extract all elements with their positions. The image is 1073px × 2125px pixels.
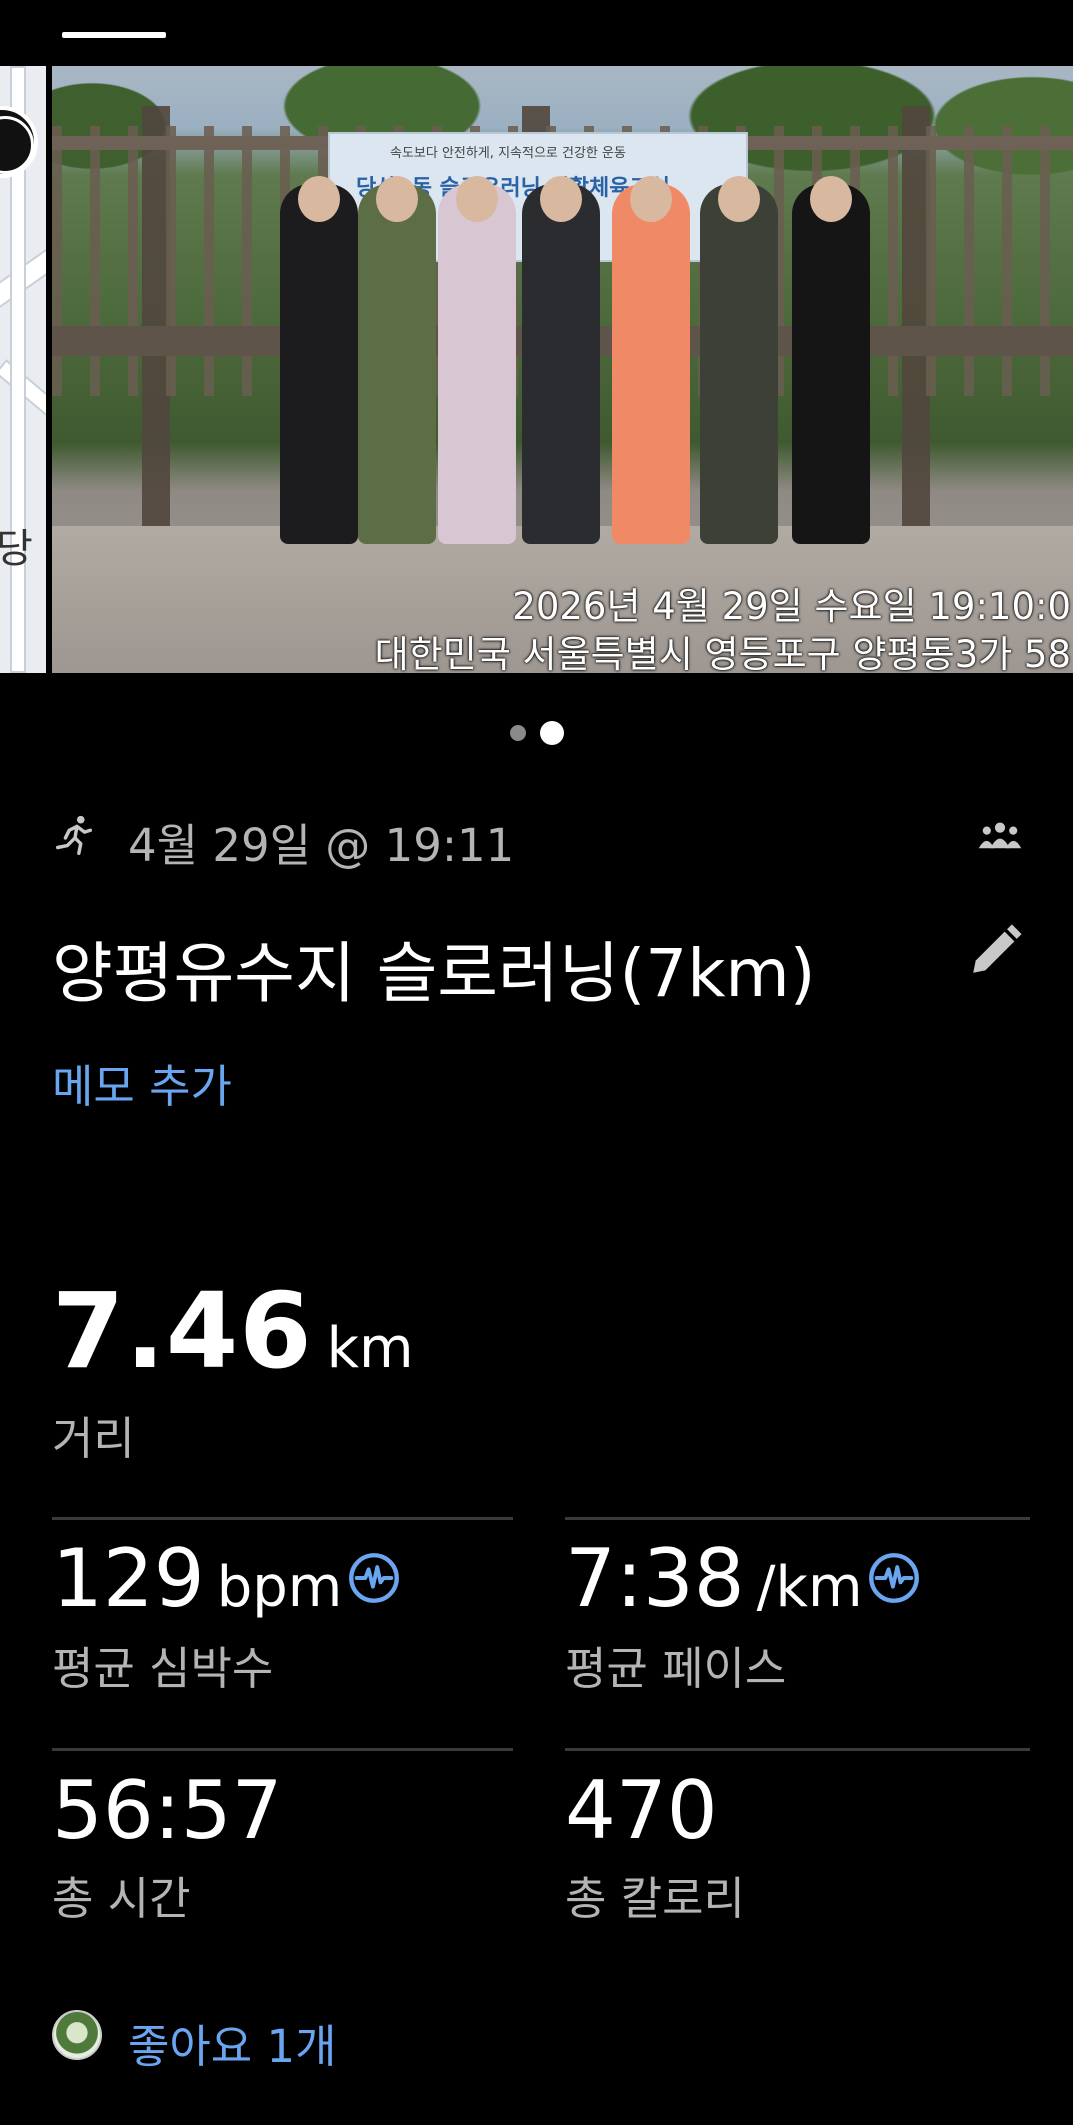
divider bbox=[52, 1748, 513, 1751]
photo-timestamp: 2026년 4월 29일 수요일 19:10:0 bbox=[512, 585, 1071, 628]
person bbox=[700, 176, 778, 544]
carousel-page-indicator bbox=[0, 721, 1073, 745]
map-marker-icon bbox=[0, 106, 38, 178]
distance-number: 7.46 bbox=[52, 1270, 313, 1392]
person bbox=[522, 176, 600, 544]
group-icon[interactable] bbox=[978, 819, 1022, 851]
heart-rate-label: 평균 심박수 bbox=[52, 1642, 274, 1695]
heart-rate-number: 129 bbox=[52, 1532, 205, 1625]
person bbox=[280, 176, 358, 544]
status-indicator bbox=[62, 32, 166, 38]
pace-chart-icon[interactable] bbox=[868, 1552, 920, 1604]
calories-number: 470 bbox=[565, 1764, 718, 1857]
group-photo[interactable]: 속도보다 안전하게, 지속적으로 건강한 운동 당산1동 슬로우러닝 생활체육교… bbox=[52, 66, 1073, 673]
person bbox=[612, 176, 690, 544]
heart-rate-value: 129 bpm bbox=[52, 1532, 342, 1625]
distance-unit: km bbox=[326, 1316, 414, 1381]
person bbox=[358, 176, 436, 544]
heart-rate-chart-icon[interactable] bbox=[348, 1552, 400, 1604]
avatar[interactable] bbox=[52, 2010, 102, 2060]
map-label: 당 bbox=[0, 526, 33, 572]
activity-title: 양평유수지 슬로러닝(7km) bbox=[52, 935, 816, 1012]
pace-number: 7:38 bbox=[565, 1532, 745, 1625]
divider bbox=[565, 1517, 1030, 1520]
pace-value: 7:38/km bbox=[565, 1532, 863, 1625]
edit-pencil-icon[interactable] bbox=[966, 922, 1024, 980]
distance-value: 7.46 km bbox=[52, 1270, 414, 1392]
activity-date-time: 4월 29일 @ 19:11 bbox=[128, 819, 515, 872]
heart-rate-unit: bpm bbox=[216, 1555, 343, 1620]
page-dot[interactable] bbox=[509, 725, 526, 741]
banner-subtitle: 속도보다 안전하게, 지속적으로 건강한 운동 bbox=[390, 146, 626, 161]
distance-label: 거리 bbox=[52, 1412, 135, 1465]
pace-label: 평균 페이스 bbox=[565, 1642, 787, 1695]
calories-value: 470 bbox=[565, 1764, 718, 1857]
person bbox=[438, 176, 516, 544]
duration-number: 56:57 bbox=[52, 1764, 283, 1857]
duration-value: 56:57 bbox=[52, 1764, 283, 1857]
photo-carousel[interactable]: 당 속도보다 안전하게, 지속적으로 건강한 운동 당산1동 슬로우러닝 생활체… bbox=[0, 66, 1073, 673]
calories-label: 총 칼로리 bbox=[565, 1872, 745, 1925]
activity-meta-row: 4월 29일 @ 19:11 bbox=[52, 805, 1022, 872]
duration-label: 총 시간 bbox=[52, 1872, 191, 1925]
page-dot-active[interactable] bbox=[539, 721, 564, 745]
likes-count-link[interactable]: 좋아요 1개 bbox=[128, 2010, 337, 2075]
person bbox=[792, 176, 870, 544]
pace-unit: /km bbox=[756, 1555, 863, 1620]
running-icon bbox=[56, 815, 93, 855]
photo-location: 대한민국 서울특별시 영등포구 양평동3가 58 bbox=[374, 633, 1071, 673]
route-map-thumbnail[interactable]: 당 bbox=[0, 66, 46, 673]
add-memo-link[interactable]: 메모 추가 bbox=[52, 1050, 232, 1115]
divider bbox=[52, 1517, 513, 1520]
divider bbox=[565, 1748, 1030, 1751]
